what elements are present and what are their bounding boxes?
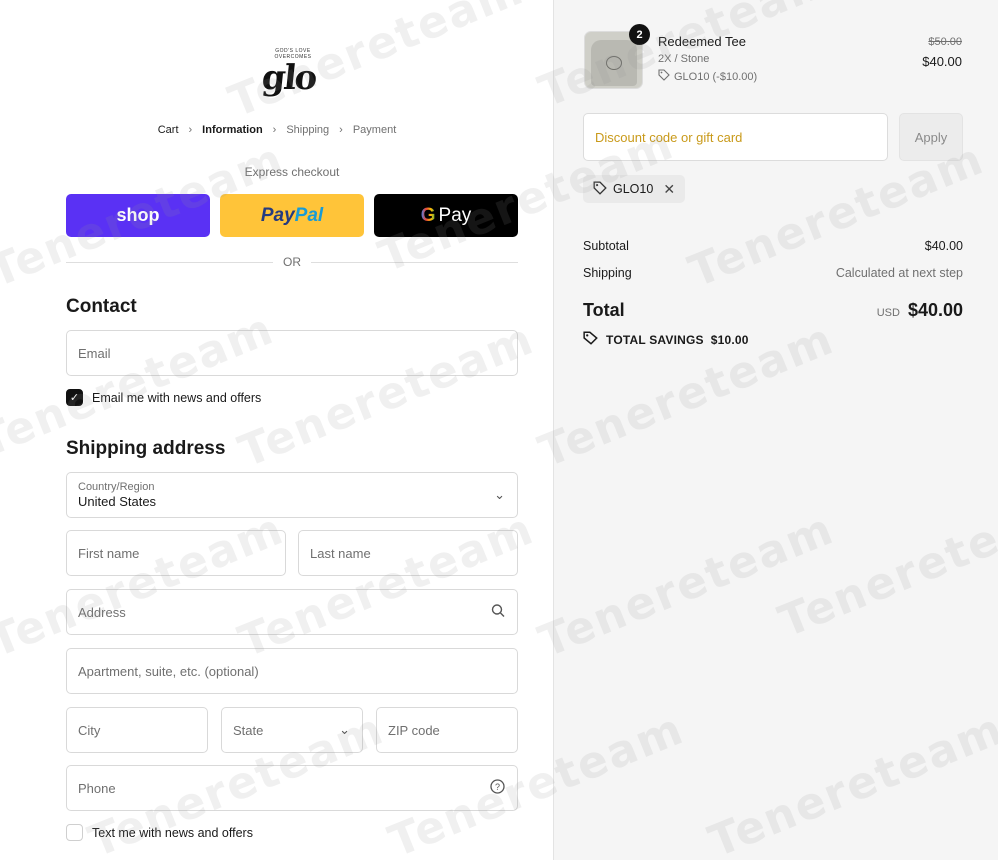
subtotal-value: $40.00	[924, 239, 963, 253]
google-pay-label: Pay	[438, 204, 472, 226]
product-variant: 2X / Stone	[658, 53, 710, 65]
country-label: Country/Region	[78, 481, 155, 493]
or-label: OR	[283, 255, 301, 269]
shop-pay-button[interactable]: shop	[66, 194, 210, 237]
breadcrumb-payment: Payment	[352, 124, 397, 136]
store-logo[interactable]: GOD'S LOVE OVERCOMES glo	[258, 44, 328, 100]
tag-icon	[658, 69, 670, 84]
chevron-down-icon: ⌄	[494, 487, 505, 502]
paypal-label-pay: Pay	[260, 204, 295, 226]
help-icon[interactable]: ?	[490, 779, 505, 797]
product-name: Redeemed Tee	[658, 34, 746, 49]
chevron-right-icon: ›	[188, 124, 193, 136]
last-name-input[interactable]	[310, 545, 506, 561]
discount-code-input[interactable]	[595, 129, 876, 145]
original-price: $50.00	[928, 36, 962, 48]
last-name-field[interactable]	[298, 530, 518, 576]
tag-icon	[583, 331, 599, 348]
breadcrumb-cart[interactable]: Cart	[158, 124, 179, 136]
google-g-icon: G	[420, 204, 436, 226]
first-name-field[interactable]	[66, 530, 286, 576]
total-value: $40.00	[907, 300, 963, 320]
apartment-input[interactable]	[78, 663, 506, 679]
checkout-form-panel: GOD'S LOVE OVERCOMES glo Cart › Informat…	[0, 0, 554, 860]
close-icon[interactable]: ✕	[663, 181, 675, 198]
shipping-address-title: Shipping address	[66, 438, 226, 459]
subtotal-label: Subtotal	[583, 239, 629, 253]
product-discount-label: GLO10 (-$10.00)	[674, 70, 758, 83]
chevron-right-icon: ›	[339, 124, 343, 136]
email-input[interactable]	[78, 345, 506, 361]
apartment-field[interactable]	[66, 648, 518, 694]
search-icon[interactable]	[491, 604, 505, 621]
total-savings: TOTAL SAVINGS $10.00	[583, 331, 749, 348]
phone-input[interactable]	[78, 780, 506, 796]
divider-line	[66, 261, 273, 263]
applied-code-label: GLO10	[613, 182, 654, 196]
state-placeholder: State	[233, 722, 264, 738]
city-field[interactable]	[66, 707, 208, 753]
chevron-down-icon: ⌄	[339, 722, 350, 737]
email-news-checkbox[interactable]: ✓	[66, 389, 83, 406]
sms-news-option[interactable]: Text me with news and offers	[66, 824, 253, 841]
email-news-label: Email me with news and offers	[92, 390, 262, 405]
phone-field[interactable]: ?	[66, 765, 518, 811]
country-value: United States	[78, 494, 157, 509]
breadcrumb: Cart › Information › Shipping › Payment	[0, 124, 554, 136]
city-input[interactable]	[78, 722, 196, 738]
first-name-input[interactable]	[78, 545, 274, 561]
savings-value: $10.00	[710, 332, 749, 347]
zip-field[interactable]	[376, 707, 518, 753]
apply-button[interactable]: Apply	[899, 113, 963, 161]
country-select[interactable]: Country/Region United States ⌄	[66, 472, 518, 518]
shop-pay-label: shop	[116, 205, 160, 225]
email-news-option[interactable]: ✓ Email me with news and offers	[66, 389, 261, 406]
product-discount: GLO10 (-$10.00)	[658, 69, 757, 84]
tag-icon	[593, 181, 607, 198]
quantity-badge: 2	[629, 24, 650, 45]
or-divider: OR	[66, 255, 518, 269]
chevron-right-icon: ›	[272, 124, 277, 136]
subtotal-row: Subtotal $40.00	[583, 239, 963, 253]
shipping-row: Shipping Calculated at next step	[583, 266, 963, 280]
tshirt-print	[606, 56, 622, 70]
total-amount: USD $40.00	[877, 300, 963, 321]
state-select[interactable]: State ⌄	[221, 707, 363, 753]
address-field[interactable]	[66, 589, 518, 635]
shipping-label: Shipping	[583, 266, 632, 280]
address-input[interactable]	[78, 604, 506, 620]
current-price: $40.00	[922, 54, 962, 69]
google-pay-button[interactable]: G Pay	[374, 194, 518, 237]
currency-code: USD	[876, 307, 900, 319]
discount-code-field[interactable]	[583, 113, 888, 161]
sms-news-label: Text me with news and offers	[92, 825, 253, 840]
contact-title: Contact	[66, 296, 137, 317]
logo-brand: glo	[259, 58, 318, 98]
paypal-label-pal: Pal	[294, 204, 324, 226]
sms-news-checkbox[interactable]	[66, 824, 83, 841]
shipping-value: Calculated at next step	[835, 266, 963, 280]
total-label: Total	[583, 300, 625, 320]
express-checkout-label: Express checkout	[244, 165, 340, 179]
divider-line	[311, 261, 518, 263]
breadcrumb-shipping: Shipping	[286, 124, 330, 136]
applied-discount-chip: GLO10 ✕	[583, 175, 686, 203]
email-field[interactable]	[66, 330, 518, 376]
total-row: Total USD $40.00	[583, 300, 963, 321]
savings-label: TOTAL SAVINGS	[606, 332, 704, 347]
breadcrumb-information: Information	[202, 124, 263, 136]
paypal-button[interactable]: Pay Pal	[220, 194, 364, 237]
zip-input[interactable]	[388, 722, 506, 738]
svg-text:?: ?	[495, 782, 500, 792]
